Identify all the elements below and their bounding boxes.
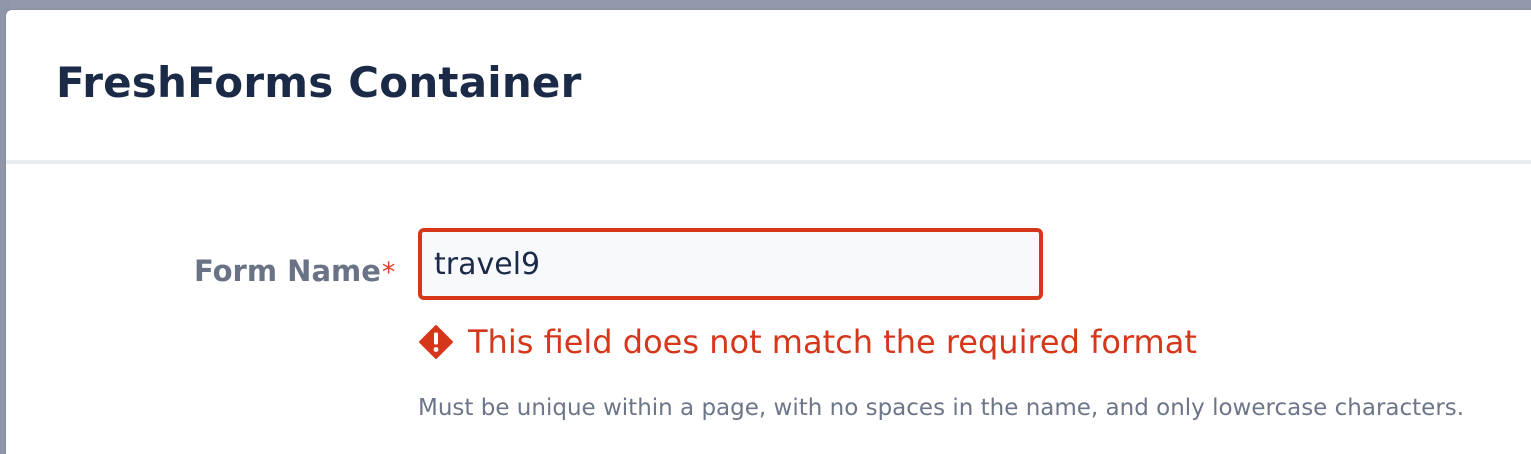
help-text: Must be unique within a page, with no sp… (418, 395, 1465, 421)
modal-header: FreshForms Container (6, 10, 1531, 164)
validation-error: This field does not match the required f… (418, 323, 1197, 361)
required-asterisk: * (381, 257, 396, 288)
form-name-label-text: Form Name (194, 254, 381, 288)
modal-title: FreshForms Container (56, 58, 582, 107)
modal-dialog: FreshForms Container Form Name* This fie… (6, 10, 1531, 454)
warning-diamond-icon (418, 324, 454, 360)
error-message: This field does not match the required f… (468, 323, 1197, 361)
form-name-label: Form Name* (194, 254, 395, 288)
form-name-input[interactable] (418, 228, 1043, 300)
